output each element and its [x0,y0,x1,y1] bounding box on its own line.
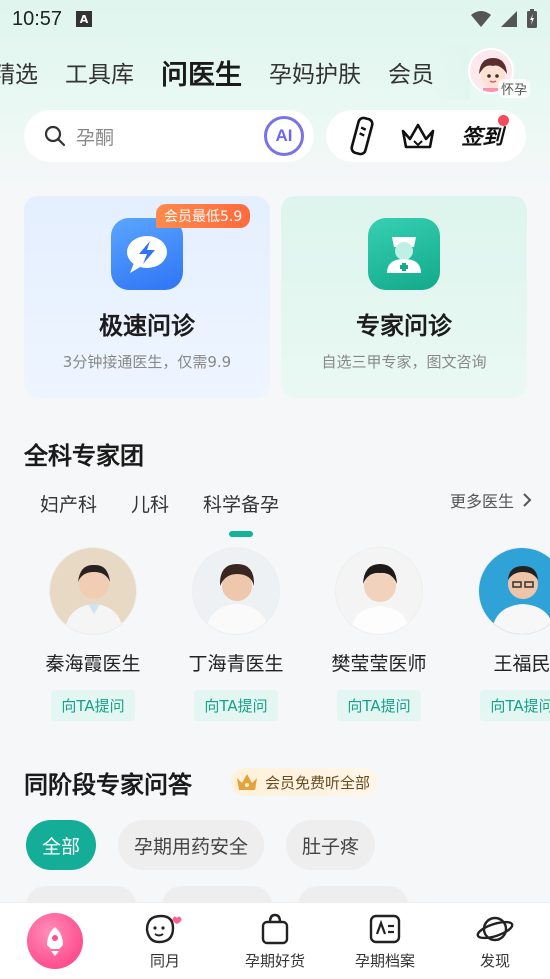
doctor-card[interactable]: 樊莹莹医师 向TA提问 [309,547,449,721]
doctor-photo [478,547,550,635]
status-time: 10:57 [12,7,63,30]
nav-goods[interactable]: 孕期好货 [220,903,330,979]
avatar-stage-label: 怀孕 [497,79,530,98]
nav-home[interactable] [0,903,110,979]
signal-icon [501,11,517,27]
doctor-list: 秦海霞医生 向TA提问 丁海青医生 向TA提问 樊莹莹医师 向TA提问 王福民 … [0,547,550,727]
tab-fade-overlay [430,44,470,100]
checkin-label: 签到 [461,125,504,149]
tab-obstetrics[interactable]: 妇产科 [40,490,97,517]
nav-label: 同月 [149,951,180,970]
doctor-name: 丁海青医生 [188,653,284,675]
nav-same-month[interactable]: 同月 [110,903,220,979]
more-doctors-label: 更多医生 [449,492,514,511]
chevron-right-icon [523,493,532,507]
doctor-photo [49,547,137,635]
more-doctors-link[interactable]: 更多医生 [450,488,532,512]
chip-stomach-ache[interactable]: 肚子疼 [286,820,376,870]
notification-dot [498,115,510,126]
search-placeholder: 孕酮 [76,126,115,149]
qa-topic-chips: 全部 孕期用药安全 肚子疼 [26,820,376,870]
doctor-name: 王福民 [493,653,550,675]
tab-featured[interactable]: 精选 [0,55,38,89]
chat-lightning-icon [111,218,183,290]
ask-doctor-button[interactable]: 向TA提问 [51,690,135,721]
planet-icon [476,916,514,941]
ask-doctor-button[interactable]: 向TA提问 [194,690,278,721]
accessibility-a-icon: A [76,11,93,27]
crown-icon[interactable] [400,121,436,151]
qa-section-title: 同阶段专家问答 [24,771,192,799]
doctor-name: 秦海霞医生 [45,653,141,675]
ai-assistant-button[interactable]: AI [264,116,304,156]
doctor-photo [335,547,423,635]
test-strip-icon[interactable] [349,116,375,156]
tab-pediatrics[interactable]: 儿科 [131,490,169,517]
department-tabs: 妇产科 儿科 科学备孕 [40,490,279,517]
nav-label: 孕期好货 [244,951,305,970]
status-bar: 10:57 A [0,0,550,38]
status-indicators [470,9,538,29]
tab-tools[interactable]: 工具库 [65,55,134,89]
nurse-icon [368,218,440,290]
chip-medication-safety[interactable]: 孕期用药安全 [118,820,265,870]
search-bar[interactable]: 孕酮 AI [24,110,314,162]
ask-doctor-button[interactable]: 向TA提问 [480,690,550,721]
doctor-card[interactable]: 丁海青医生 向TA提问 [166,547,306,721]
nav-records[interactable]: 孕期档案 [330,903,440,979]
fast-consult-subtitle: 3分钟接通医生，仅需9.9 [62,353,232,371]
battery-icon [527,9,537,28]
wifi-icon [471,11,491,27]
member-free-badge[interactable]: 会员免费听全部 [231,768,379,796]
ask-doctor-button[interactable]: 向TA提问 [337,690,421,721]
doctor-card[interactable]: 王福民 向TA提问 [452,547,550,721]
doctor-name: 樊莹莹医师 [331,653,427,675]
nav-discover[interactable]: 发现 [440,903,550,979]
member-free-label: 会员免费听全部 [265,773,371,792]
fast-consult-card[interactable]: 会员最低5.9 极速问诊 3分钟接通医生，仅需9.9 [24,196,270,398]
tab-skincare[interactable]: 孕妈护肤 [269,55,361,89]
expert-consult-title: 专家问诊 [356,312,452,340]
fast-consult-title: 极速问诊 [99,312,195,340]
checkin-button[interactable]: 签到 [461,115,510,151]
vip-price-badge: 会员最低5.9 [156,204,251,228]
nav-label: 发现 [479,951,510,970]
doctor-photo [192,547,280,635]
expert-team-title: 全科专家团 [24,442,144,470]
home-rocket-icon [27,913,83,969]
header-tools: 签到 [326,110,526,162]
crown-gold-icon [237,774,257,790]
nav-label: 孕期档案 [354,951,415,970]
face-heart-icon [145,914,182,943]
bottom-navigation: 同月 孕期好货 孕期档案 发现 [0,902,550,979]
tab-membership[interactable]: 会员 [388,55,434,89]
stage-avatar[interactable]: 怀孕 [468,48,530,100]
doctor-card[interactable]: 秦海霞医生 向TA提问 [23,547,163,721]
shopping-bag-icon [261,913,289,944]
expert-consult-card[interactable]: 专家问诊 自选三甲专家，图文咨询 [281,196,527,398]
search-icon [44,125,66,147]
tab-fertility-prep[interactable]: 科学备孕 [203,490,279,517]
tab-ask-doctor[interactable]: 问医生 [161,53,242,92]
expert-consult-subtitle: 自选三甲专家，图文咨询 [321,353,487,371]
profile-card-icon [369,914,401,943]
chip-all[interactable]: 全部 [26,820,97,870]
